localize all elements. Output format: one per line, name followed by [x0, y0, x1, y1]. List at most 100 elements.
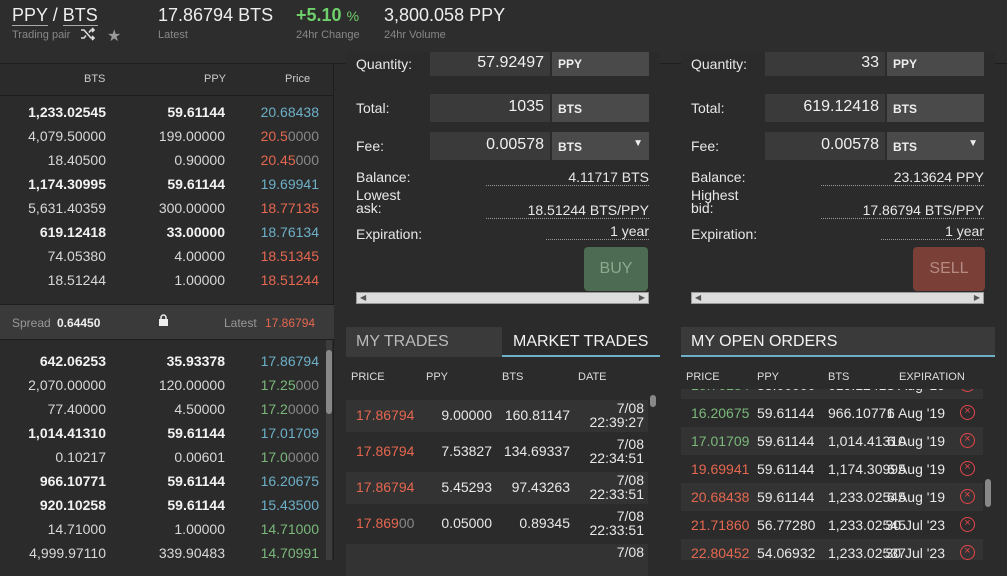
orderbook-row[interactable]: 1,174.30995 59.61144 19.69941 — [0, 172, 320, 196]
sell-fee-select[interactable]: BTS ▼ — [887, 132, 984, 160]
orderbook-row[interactable]: 5,631.40359 300.00000 18.77135 — [0, 196, 320, 220]
orderbook-row[interactable]: 920.10258 59.61144 15.43500 — [0, 493, 320, 517]
open-orders-title[interactable]: MY OPEN ORDERS — [691, 327, 837, 357]
orderbook-row[interactable]: 619.12418 33.00000 18.76134 — [0, 220, 320, 244]
trade-bts: 160.81147 — [504, 407, 570, 423]
order-ppy: 59.61144 — [757, 405, 815, 421]
order-expiration: 30 Jul '23 — [885, 545, 946, 560]
shuffle-icon[interactable] — [80, 27, 96, 45]
orderbook-row[interactable]: 4,999.97110 339.90483 14.70991 — [0, 541, 320, 565]
order-ppy: 59.61144 — [757, 489, 815, 505]
order-expiration: 6 Aug '19 — [887, 405, 945, 421]
orderbook-row[interactable]: 966.10771 59.61144 16.20675 — [0, 469, 320, 493]
orderbook-row[interactable]: 18.40500 0.90000 20.45000 — [0, 148, 320, 172]
row-bts: 619.12418 — [39, 224, 106, 240]
sell-balance-value[interactable]: 23.13624 PPY — [821, 169, 984, 186]
open-order-row[interactable]: 16.20675 59.61144 966.10771 6 Aug '19 × — [681, 399, 983, 427]
scrollbar-thumb[interactable] — [326, 350, 332, 414]
sell-quantity-input[interactable]: 33 — [765, 52, 885, 76]
trade-ppy: 9.00000 — [441, 407, 492, 423]
sell-expiration-select[interactable]: 1 year — [881, 223, 984, 240]
open-order-row[interactable]: 21.71860 56.77280 1,233.02545 30 Jul '23 × — [681, 511, 983, 539]
orderbook-scrollbar[interactable] — [326, 340, 332, 560]
orderbook-row[interactable]: 642.06253 35.93378 17.86794 — [0, 349, 320, 373]
scroll-right-icon[interactable]: ▶ — [639, 293, 645, 302]
row-bts: 920.10258 — [39, 497, 106, 513]
price-significant: 20.68438 — [260, 104, 319, 120]
price-significant: 17.86794 — [356, 443, 415, 459]
orderbook-row[interactable]: 77.40000 4.50000 17.20000 — [0, 397, 320, 421]
cancel-order-icon[interactable]: × — [960, 433, 975, 448]
sell-highest-value[interactable]: 17.86794 BTS/PPY — [821, 202, 984, 219]
open-order-row[interactable]: 19.69941 59.61144 1,174.30995 6 Aug '19 × — [681, 455, 983, 483]
scroll-left-icon[interactable]: ◀ — [695, 293, 701, 302]
trade-ppy: 7.53827 — [441, 443, 492, 459]
lock-icon[interactable] — [158, 314, 169, 330]
orderbook-row[interactable]: 18.51244 1.00000 18.51244 — [0, 268, 320, 292]
cancel-order-icon[interactable]: × — [960, 545, 975, 560]
buy-lowest-value[interactable]: 18.51244 BTS/PPY — [486, 202, 649, 219]
orderbook-row[interactable]: 1,233.02545 59.61144 20.68438 — [0, 100, 320, 124]
open-order-row[interactable]: 18.76134 33.00000 619.124186 Aug '19 × — [681, 389, 983, 399]
volume-value: 3,800.058 PPY — [384, 5, 506, 25]
price-significant: 17.25 — [260, 377, 296, 393]
scroll-right-icon[interactable]: ▶ — [974, 293, 980, 302]
order-ppy: 56.77280 — [757, 517, 816, 533]
sell-total-input[interactable]: 619.12418 — [765, 94, 885, 122]
buy-fee-input[interactable]: 0.00578 — [430, 132, 550, 160]
sell-panel-scrollbar[interactable]: ◀ ▶ — [691, 292, 984, 304]
col-header-bts[interactable]: BTS — [84, 73, 105, 85]
orderbook-row[interactable]: 74.05380 4.00000 18.51345 — [0, 244, 320, 268]
trade-date: 7/08 — [616, 544, 644, 560]
buy-fee-select[interactable]: BTS ▼ — [552, 132, 649, 160]
col-header-ppy[interactable]: PPY — [204, 73, 226, 85]
cancel-order-icon[interactable]: × — [960, 461, 975, 476]
orderbook-row[interactable]: 0.10217 0.00601 17.00000 — [0, 445, 320, 469]
buy-balance-value[interactable]: 4.11717 BTS — [486, 169, 649, 186]
col-header-price[interactable]: Price — [285, 73, 310, 85]
scrollbar-thumb[interactable] — [650, 395, 656, 407]
trades-header-price: PRICE — [351, 371, 385, 383]
row-bts: 2,070.00000 — [28, 377, 106, 393]
pair-base[interactable]: PPY — [12, 5, 48, 26]
price-trailing: 0000 — [287, 401, 319, 417]
trade-bts: 134.69337 — [503, 443, 570, 459]
buy-quantity-input[interactable]: 57.92497 — [430, 52, 550, 76]
row-bts: 18.40500 — [47, 152, 106, 168]
row-bts: 74.05380 — [47, 248, 106, 264]
buy-button[interactable]: BUY — [584, 247, 648, 291]
trades-scrollbar[interactable] — [650, 395, 656, 560]
buy-fee-unit: BTS — [558, 140, 582, 154]
sell-fee-input[interactable]: 0.00578 — [765, 132, 885, 160]
trading-pair[interactable]: PPY / BTS — [12, 5, 98, 26]
scrollbar-thumb[interactable] — [985, 479, 991, 507]
chevron-down-icon: ▼ — [968, 138, 978, 149]
open-order-row[interactable]: 22.80452 54.06932 1,233.02537 30 Jul '23 × — [681, 539, 983, 560]
star-icon[interactable]: ★ — [107, 26, 121, 46]
trade-price: 17.86794 — [356, 407, 414, 423]
orderbook-row[interactable]: 2,070.00000 120.00000 17.25000 — [0, 373, 320, 397]
cancel-order-icon[interactable]: × — [960, 489, 975, 504]
orderbook-row[interactable]: 14.71000 1.00000 14.71000 — [0, 517, 320, 541]
buy-total-input[interactable]: 1035 — [430, 94, 550, 122]
open-order-row[interactable]: 20.68438 59.61144 1,233.02545 6 Aug '19 × — [681, 483, 983, 511]
sell-button[interactable]: SELL — [913, 247, 985, 291]
tab-market-trades[interactable]: MARKET TRADES — [502, 327, 660, 357]
buy-total-label: Total: — [356, 100, 390, 116]
trade-time: 22:34:51 — [589, 450, 645, 466]
cancel-order-icon[interactable]: × — [960, 389, 975, 392]
pair-quote[interactable]: BTS — [62, 5, 98, 26]
scroll-left-icon[interactable]: ◀ — [360, 293, 366, 302]
buy-panel-scrollbar[interactable]: ◀ ▶ — [356, 292, 649, 304]
cancel-order-icon[interactable]: × — [960, 517, 975, 532]
tab-my-trades[interactable]: MY TRADES — [356, 327, 449, 357]
orders-scrollbar[interactable] — [985, 389, 991, 560]
orderbook-row[interactable]: 1,014.41310 59.61144 17.01709 — [0, 421, 320, 445]
open-order-row[interactable]: 17.01709 59.61144 1,014.41310 6 Aug '19 × — [681, 427, 983, 455]
buy-expiration-select[interactable]: 1 year — [546, 223, 649, 240]
cancel-order-icon[interactable]: × — [960, 405, 975, 420]
orders-header-bts: BTS — [828, 371, 850, 383]
order-book: BTS PPY Price 1,233.02545 59.61144 20.6843… — [0, 64, 334, 561]
orderbook-row[interactable]: 4,079.50000 199.00000 20.50000 — [0, 124, 320, 148]
row-ppy: 4.50000 — [174, 401, 225, 417]
